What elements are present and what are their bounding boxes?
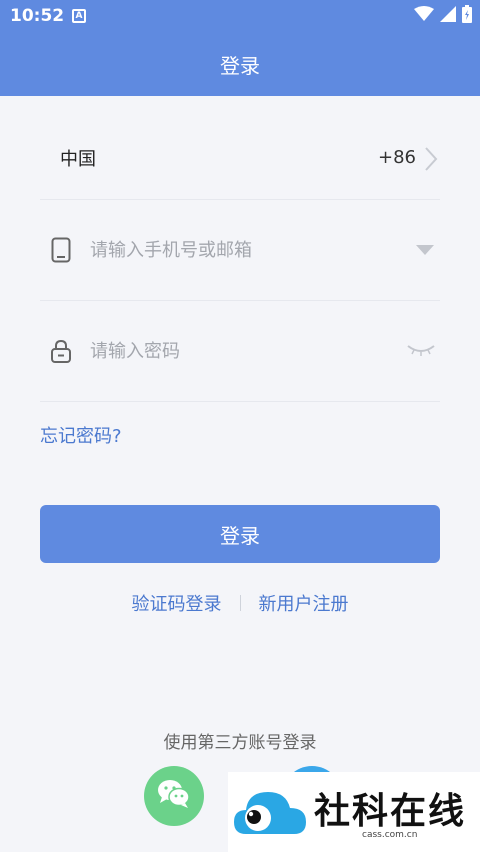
cloud-logo-icon [232, 782, 308, 846]
notification-a-icon: A [72, 9, 86, 23]
country-name: 中国 [60, 148, 96, 170]
password-input[interactable] [90, 340, 380, 362]
wechat-icon [157, 779, 191, 813]
status-time: 10:52 [10, 6, 65, 26]
third-party-label: 使用第三方账号登录 [163, 733, 317, 753]
watermark-text: 社科在线 [314, 791, 467, 832]
lock-icon [48, 338, 74, 364]
title-bar: 10:52 A 登录 [0, 0, 480, 96]
account-dropdown-icon[interactable] [416, 241, 434, 260]
watermark-domain: cass.com.cn [362, 830, 418, 840]
register-link[interactable]: 新用户注册 [259, 590, 349, 616]
wechat-login-button[interactable] [144, 766, 204, 826]
link-divider [239, 595, 241, 611]
forgot-password-link[interactable]: 忘记密码? [40, 422, 122, 448]
chevron-right-icon [424, 146, 438, 175]
signal-icon [440, 6, 456, 26]
status-indicators [414, 5, 472, 27]
password-field [40, 301, 440, 402]
page-title: 登录 [220, 54, 260, 78]
eye-closed-icon[interactable] [406, 342, 436, 361]
battery-icon [462, 5, 472, 27]
login-button[interactable]: 登录 [40, 505, 440, 563]
country-selector[interactable]: 中国 +86 [40, 116, 440, 200]
country-code: +86 [378, 147, 416, 168]
phone-icon [48, 237, 74, 263]
watermark: 社科在线 cass.com.cn [228, 772, 480, 852]
alt-login-links: 验证码登录 新用户注册 [0, 590, 480, 616]
phone-email-input[interactable] [90, 239, 380, 261]
phone-email-field [40, 200, 440, 301]
wifi-icon [414, 6, 434, 26]
code-login-link[interactable]: 验证码登录 [132, 590, 222, 616]
